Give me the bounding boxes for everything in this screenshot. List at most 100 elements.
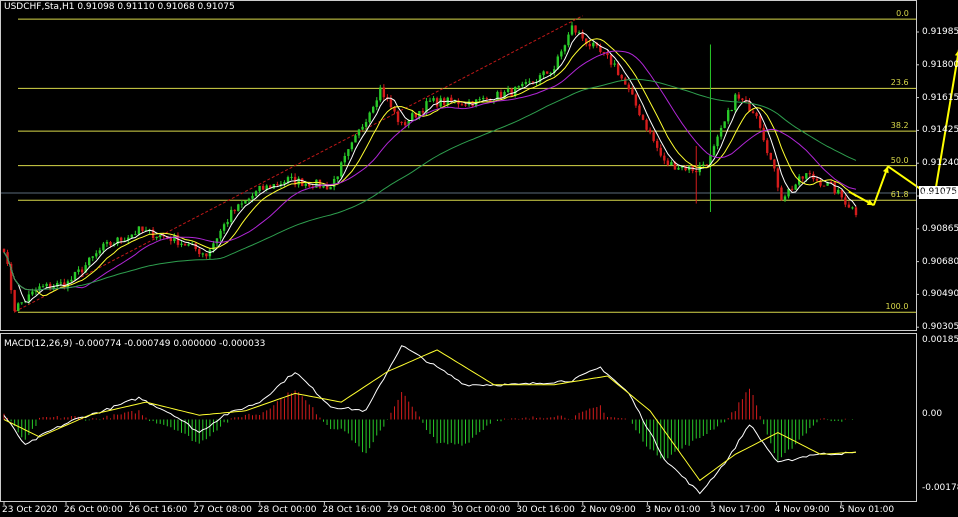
candle-body <box>91 256 94 258</box>
candle-body <box>712 146 716 156</box>
candle-body <box>496 91 499 101</box>
candle-body <box>510 89 513 96</box>
candle-body <box>254 191 258 196</box>
time-axis-label: 28 Oct 00:00 <box>257 505 317 515</box>
candle-body <box>531 81 535 83</box>
trend-line <box>14 15 583 313</box>
candle-body <box>560 51 563 57</box>
macd-panel-frame <box>0 333 917 502</box>
candle-body <box>659 147 662 156</box>
candle-body <box>815 179 819 181</box>
candle-body <box>854 207 858 216</box>
candle-body <box>134 234 137 236</box>
candle-body <box>790 188 794 190</box>
candle-body <box>290 176 293 178</box>
candle-body <box>773 159 776 169</box>
candle-body <box>237 204 240 212</box>
candle-body <box>201 253 204 255</box>
price-axis-label: 0.90305 <box>922 322 958 333</box>
candle-body <box>616 63 620 75</box>
candle-body <box>361 126 364 130</box>
candle-body <box>222 224 226 231</box>
candle-body <box>396 111 400 122</box>
candle-body <box>450 97 453 102</box>
candle-body <box>343 155 346 163</box>
candle-body <box>340 162 343 177</box>
candle-body <box>634 94 638 106</box>
time-axis-label: 2 Nov 09:00 <box>580 505 636 515</box>
time-axis-label: 5 Nov 01:00 <box>839 505 895 515</box>
candle-body <box>240 203 244 205</box>
candle-body <box>375 100 378 107</box>
candle-body <box>219 230 222 239</box>
candle-body <box>17 303 20 312</box>
candle-body <box>645 119 648 130</box>
candle-body <box>233 209 236 212</box>
fib-level-label: 38.2 <box>890 121 909 131</box>
time-axis-label: 29 Oct 08:00 <box>387 505 446 515</box>
macd-axis-label: -0.001786 <box>922 483 958 493</box>
candle-body <box>155 236 158 239</box>
price-axis-label: 0.91800 <box>922 59 958 70</box>
candle-body <box>439 98 442 107</box>
candle-body <box>286 177 290 183</box>
candle-body <box>524 82 528 84</box>
candle-body <box>574 25 577 33</box>
candle-body <box>226 221 229 225</box>
candle-body <box>258 185 261 192</box>
candle-body <box>620 74 623 79</box>
candle-body <box>428 100 432 102</box>
price-axis-label: 0.90490 <box>922 289 958 300</box>
candle-body <box>730 110 733 112</box>
fib-level-label: 50.0 <box>890 155 909 165</box>
candle-body <box>648 129 652 133</box>
chart-canvas[interactable] <box>0 0 958 517</box>
candle-body <box>169 238 173 242</box>
candle-body <box>577 32 581 34</box>
candle-body <box>719 127 723 137</box>
candle-body <box>20 302 23 304</box>
time-axis-label: 30 Oct 00:00 <box>451 505 511 515</box>
candle-body <box>347 149 350 156</box>
candle-body <box>141 226 144 231</box>
price-axis-label: 0.90865 <box>922 223 958 234</box>
candle-body <box>677 167 680 170</box>
candle-body <box>794 184 797 190</box>
candle-body <box>627 84 630 90</box>
time-axis-label: 4 Nov 09:00 <box>774 505 830 515</box>
ohlc-readout: 0.91098 0.91110 0.91068 0.91075 <box>77 2 235 12</box>
candle-body <box>276 184 279 186</box>
candle-body <box>613 63 616 65</box>
chart-title: USDCHF,Sta,H1 0.91098 0.91110 0.91068 0.… <box>4 2 235 12</box>
candle-body <box>762 127 765 141</box>
candle-body <box>822 185 826 187</box>
time-axis-label: 30 Oct 16:00 <box>516 505 575 515</box>
candle-body <box>485 97 488 99</box>
macd-title: MACD(12,26,9) -0.000774 -0.000749 0.0000… <box>4 339 266 349</box>
candle-body <box>833 182 836 194</box>
candle-body <box>354 135 357 143</box>
candle-body <box>183 243 187 246</box>
candle-body <box>716 136 719 147</box>
candle-body <box>102 243 105 251</box>
candle-body <box>780 187 783 201</box>
candle-body <box>847 204 851 208</box>
candle-body <box>45 283 48 287</box>
candle-body <box>506 89 510 92</box>
candle-body <box>368 112 371 123</box>
candle-body <box>411 113 414 121</box>
candle-body <box>624 78 627 85</box>
candle-body <box>329 187 332 190</box>
candle-body <box>563 45 567 52</box>
time-axis-label: 28 Oct 16:00 <box>322 505 382 515</box>
moving-average-21 <box>3 50 857 291</box>
candle-body <box>13 290 16 312</box>
candle-body <box>567 34 570 46</box>
time-axis-label: 23 Oct 2020 <box>2 505 58 515</box>
candle-body <box>251 195 254 199</box>
candle-body <box>638 105 641 116</box>
candle-body <box>663 155 666 161</box>
candle-body <box>59 282 62 284</box>
candle-body <box>656 140 659 148</box>
time-axis-label: 3 Nov 17:00 <box>710 505 765 515</box>
